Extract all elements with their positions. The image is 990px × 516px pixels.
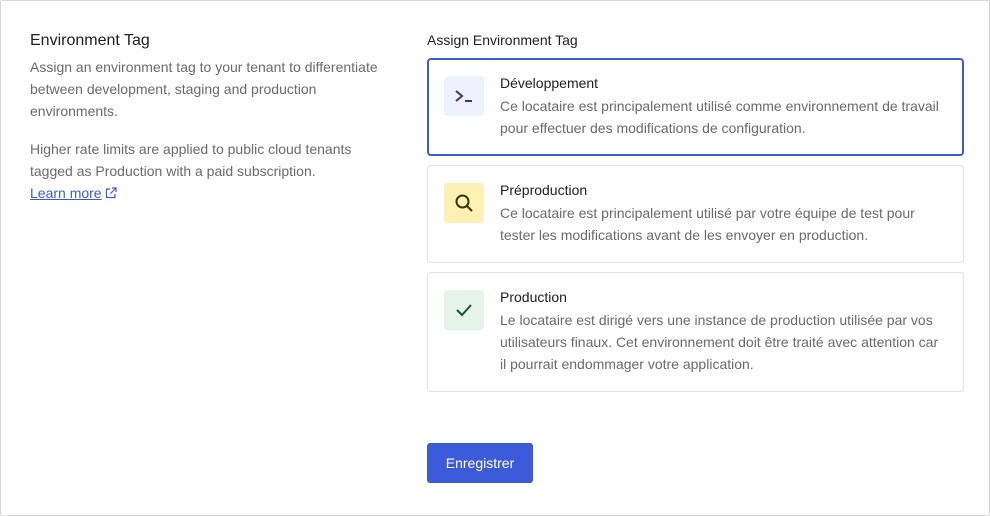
- description-section: Environment Tag Assign an environment ta…: [30, 32, 390, 204]
- external-link-icon: [106, 187, 118, 199]
- learn-more-label: Learn more: [30, 185, 102, 201]
- learn-more-link[interactable]: Learn more: [30, 185, 102, 201]
- option-preproduction[interactable]: Préproduction Ce locataire est principal…: [427, 165, 964, 263]
- option-description: Ce locataire est principalement utilisé …: [500, 205, 915, 243]
- option-description: Le locataire est dirigé vers une instanc…: [500, 312, 939, 372]
- option-title: Développement: [500, 75, 599, 91]
- save-button[interactable]: Enregistrer: [427, 443, 533, 483]
- option-development[interactable]: Développement Ce locataire est principal…: [427, 58, 964, 156]
- selector-label: Assign Environment Tag: [427, 32, 578, 48]
- rate-limit-note: Higher rate limits are applied to public…: [30, 138, 390, 204]
- option-description: Ce locataire est principalement utilisé …: [500, 98, 939, 136]
- option-title: Production: [500, 289, 567, 305]
- search-icon: [444, 183, 484, 223]
- option-production[interactable]: Production Le locataire est dirigé vers …: [427, 272, 964, 392]
- section-description: Assign an environment tag to your tenant…: [30, 59, 378, 119]
- terminal-icon: [444, 76, 484, 116]
- rate-limit-text: Higher rate limits are applied to public…: [30, 141, 352, 179]
- option-title: Préproduction: [500, 182, 588, 198]
- environment-tag-selector: Assign Environment Tag Développement Ce …: [427, 32, 964, 401]
- check-icon: [444, 290, 484, 330]
- section-title: Environment Tag: [30, 32, 150, 49]
